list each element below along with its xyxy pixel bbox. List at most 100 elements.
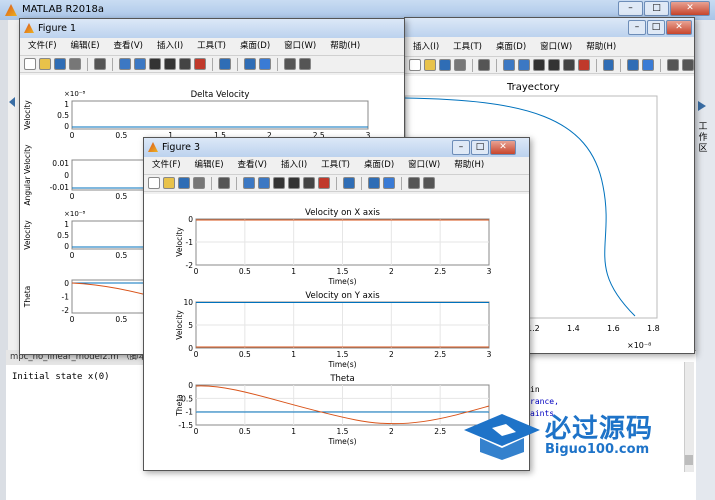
rotate-icon[interactable] xyxy=(288,177,300,189)
link-icon[interactable] xyxy=(219,58,231,70)
menu-item[interactable]: 查看(V) xyxy=(238,158,267,173)
menu-item[interactable]: 工具(T) xyxy=(197,39,226,54)
pan-icon[interactable] xyxy=(149,58,161,70)
maximize-button[interactable]: □ xyxy=(644,1,669,16)
fig-maximize-button[interactable]: □ xyxy=(647,20,665,35)
zoom-out-icon[interactable] xyxy=(518,59,531,71)
link-icon[interactable] xyxy=(602,59,615,71)
show-tools-icon[interactable] xyxy=(682,59,694,71)
open-icon[interactable] xyxy=(423,59,436,71)
menu-item[interactable]: 桌面(D) xyxy=(240,39,270,54)
y-tick-label: -1 xyxy=(186,238,194,247)
code-line[interactable]: Initial state x(0) xyxy=(12,372,110,382)
hide-tools-icon[interactable] xyxy=(667,59,680,71)
pointer-icon[interactable] xyxy=(94,58,106,70)
menu-item[interactable]: 窗口(W) xyxy=(284,39,316,54)
rotate-icon[interactable] xyxy=(547,59,560,71)
brush-icon[interactable] xyxy=(194,58,206,70)
menu-item[interactable]: 编辑(E) xyxy=(71,39,100,54)
show-tools-icon[interactable] xyxy=(299,58,311,70)
menu-item[interactable]: 工具(T) xyxy=(453,40,482,55)
menu-item[interactable]: 窗口(W) xyxy=(408,158,440,173)
x-tick-label: 1.8 xyxy=(647,324,660,333)
x-tick-label: 0 xyxy=(194,267,199,276)
menu-item[interactable]: 窗口(W) xyxy=(540,40,572,55)
fig-close-button[interactable]: ✕ xyxy=(666,20,692,35)
colorbar-icon[interactable] xyxy=(368,177,380,189)
x-tick-label: 0 xyxy=(70,315,75,324)
toolbar-separator xyxy=(112,57,113,71)
pointer-icon[interactable] xyxy=(218,177,230,189)
fig-minimize-button[interactable]: – xyxy=(628,20,646,35)
figure-title: Figure 3 xyxy=(162,142,201,153)
link-icon[interactable] xyxy=(343,177,355,189)
legend-icon[interactable] xyxy=(642,59,655,71)
toolbar-separator xyxy=(212,57,213,71)
toolbar-separator xyxy=(401,176,402,190)
menu-item[interactable]: 编辑(E) xyxy=(195,158,224,173)
fig-maximize-button[interactable]: □ xyxy=(471,140,489,155)
menu-item[interactable]: 帮助(H) xyxy=(586,40,616,55)
save-icon[interactable] xyxy=(438,59,451,71)
rotate-icon[interactable] xyxy=(164,58,176,70)
pan-icon[interactable] xyxy=(273,177,285,189)
minimize-button[interactable]: – xyxy=(618,1,643,16)
menu-item[interactable]: 桌面(D) xyxy=(364,158,394,173)
colorbar-icon[interactable] xyxy=(244,58,256,70)
left-collapse-icon[interactable] xyxy=(8,96,16,111)
data-cursor-icon[interactable] xyxy=(303,177,315,189)
print-icon[interactable] xyxy=(69,58,81,70)
axes-exponent: ×10⁻⁸ xyxy=(64,210,85,218)
menu-item[interactable]: 文件(F) xyxy=(28,39,57,54)
zoom-out-icon[interactable] xyxy=(258,177,270,189)
zoom-in-icon[interactable] xyxy=(119,58,131,70)
colorbar-icon[interactable] xyxy=(627,59,640,71)
new-figure-icon[interactable] xyxy=(24,58,36,70)
save-icon[interactable] xyxy=(178,177,190,189)
fig-minimize-button[interactable]: – xyxy=(452,140,470,155)
new-figure-icon[interactable] xyxy=(148,177,160,189)
menu-item[interactable]: 帮助(H) xyxy=(454,158,484,173)
x-tick-label: 2.5 xyxy=(434,350,446,359)
editor-scroll-thumb[interactable] xyxy=(685,455,693,465)
workspace-panel-label[interactable]: 工作区 xyxy=(697,122,709,155)
menu-item[interactable]: 插入(I) xyxy=(157,39,183,54)
brush-icon[interactable] xyxy=(577,59,590,71)
figure-title-bar: Figure 1 xyxy=(20,19,404,38)
right-collapse-icon[interactable] xyxy=(697,100,707,115)
save-icon[interactable] xyxy=(54,58,66,70)
menu-item[interactable]: 插入(I) xyxy=(281,158,307,173)
brush-icon[interactable] xyxy=(318,177,330,189)
pan-icon[interactable] xyxy=(533,59,545,71)
matlab-window-title: MATLAB R2018a xyxy=(22,4,105,15)
data-cursor-icon[interactable] xyxy=(179,58,191,70)
x-tick-label: 0.5 xyxy=(239,350,251,359)
legend-icon[interactable] xyxy=(259,58,271,70)
fig-close-button[interactable]: ✕ xyxy=(490,140,516,155)
menu-item[interactable]: 工具(T) xyxy=(321,158,350,173)
menu-item[interactable]: 文件(F) xyxy=(152,158,181,173)
close-button[interactable]: ✕ xyxy=(670,1,710,16)
show-tools-icon[interactable] xyxy=(423,177,435,189)
open-icon[interactable] xyxy=(163,177,175,189)
data-cursor-icon[interactable] xyxy=(562,59,575,71)
zoom-in-icon[interactable] xyxy=(503,59,516,71)
menu-item[interactable]: 帮助(H) xyxy=(330,39,360,54)
print-icon[interactable] xyxy=(453,59,466,71)
toolbar-separator xyxy=(595,58,597,72)
open-icon[interactable] xyxy=(39,58,51,70)
menu-item[interactable]: 插入(I) xyxy=(413,40,439,55)
legend-icon[interactable] xyxy=(383,177,395,189)
workspace-side-panel[interactable] xyxy=(693,20,715,500)
x-tick-label: 1.5 xyxy=(337,350,349,359)
hide-tools-icon[interactable] xyxy=(408,177,420,189)
menu-item[interactable]: 桌面(D) xyxy=(496,40,526,55)
figure-logo-icon xyxy=(24,23,34,33)
menu-item[interactable]: 查看(V) xyxy=(114,39,143,54)
hide-tools-icon[interactable] xyxy=(284,58,296,70)
zoom-out-icon[interactable] xyxy=(134,58,146,70)
pointer-icon[interactable] xyxy=(478,59,491,71)
new-figure-icon[interactable] xyxy=(409,59,421,71)
print-icon[interactable] xyxy=(193,177,205,189)
zoom-in-icon[interactable] xyxy=(243,177,255,189)
